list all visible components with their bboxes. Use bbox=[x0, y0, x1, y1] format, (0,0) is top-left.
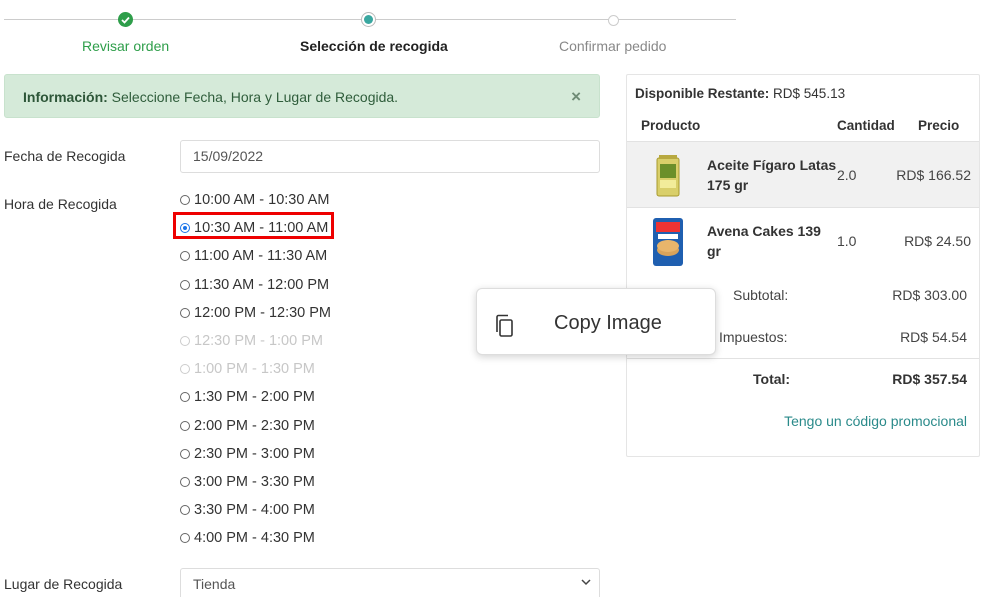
time-slot-label: 11:00 AM - 11:30 AM bbox=[194, 248, 328, 265]
time-slot-option[interactable]: 3:30 PM - 4:00 PM bbox=[180, 496, 331, 524]
time-slot-label: 3:30 PM - 4:00 PM bbox=[194, 502, 315, 519]
step-pickup-selection: Selección de recogida bbox=[300, 38, 448, 54]
alert-title: Información: bbox=[23, 89, 108, 105]
pickup-place-label: Lugar de Recogida bbox=[4, 576, 123, 592]
product-price: RD$ 24.50 bbox=[904, 233, 971, 249]
radio-button[interactable] bbox=[180, 448, 190, 459]
step-review-order[interactable]: Revisar orden bbox=[82, 38, 169, 54]
time-slot-label: 1:30 PM - 2:00 PM bbox=[194, 389, 315, 406]
time-slot-option[interactable]: 10:00 AM - 10:30 AM bbox=[180, 186, 331, 214]
step-current-dot-icon bbox=[361, 12, 376, 27]
time-slot-label: 11:30 AM - 12:00 PM bbox=[194, 276, 330, 293]
time-slot-label: 1:00 PM - 1:30 PM bbox=[194, 361, 315, 378]
radio-button[interactable] bbox=[180, 251, 190, 262]
time-slot-option-disabled: 1:00 PM - 1:30 PM bbox=[180, 355, 331, 383]
divider bbox=[627, 358, 979, 359]
time-slot-option[interactable]: 4:00 PM - 4:30 PM bbox=[180, 524, 331, 552]
olive-oil-can-icon bbox=[649, 150, 687, 200]
product-quantity: 2.0 bbox=[837, 167, 857, 183]
pickup-time-label: Hora de Recogida bbox=[4, 196, 117, 212]
time-slot-label: 3:00 PM - 3:30 PM bbox=[194, 473, 315, 490]
table-row: Aceite Fígaro Latas 175 gr 2.0 RD$ 166.5… bbox=[627, 141, 979, 208]
radio-button[interactable] bbox=[180, 392, 190, 403]
total-label: Total: bbox=[753, 371, 791, 387]
time-slot-label: 10:00 AM - 10:30 AM bbox=[194, 192, 330, 209]
radio-button[interactable] bbox=[180, 307, 190, 318]
copy-icon bbox=[495, 314, 515, 338]
radio-button-disabled bbox=[180, 364, 190, 375]
time-slot-option[interactable]: 2:00 PM - 2:30 PM bbox=[180, 412, 331, 440]
time-slot-label: 12:00 PM - 12:30 PM bbox=[194, 304, 332, 321]
header-quantity: Cantidad bbox=[837, 118, 895, 133]
product-name: Aceite Fígaro Latas 175 gr bbox=[707, 157, 837, 193]
radio-button[interactable] bbox=[180, 420, 190, 431]
radio-button-checked[interactable] bbox=[180, 223, 190, 234]
tax-value: RD$ 54.54 bbox=[900, 329, 967, 345]
radio-button-disabled bbox=[180, 336, 190, 347]
radio-button[interactable] bbox=[180, 505, 190, 516]
oat-cakes-package-icon bbox=[649, 216, 687, 266]
alert-message: Seleccione Fecha, Hora y Lugar de Recogi… bbox=[107, 89, 399, 105]
time-slot-label: 10:30 AM - 11:00 AM bbox=[194, 220, 329, 237]
product-name: Avena Cakes 139 gr bbox=[707, 223, 821, 259]
promo-code-link[interactable]: Tengo un código promocional bbox=[784, 413, 967, 429]
time-slot-option[interactable]: 11:00 AM - 11:30 AM bbox=[180, 242, 331, 270]
time-slot-label: 2:30 PM - 3:00 PM bbox=[194, 445, 315, 462]
total-value: RD$ 357.54 bbox=[892, 371, 967, 387]
subtotal-label: Subtotal: bbox=[733, 287, 789, 303]
order-summary-panel: Disponible Restante: RD$ 545.13 Producto… bbox=[626, 74, 980, 457]
time-slot-option[interactable]: 11:30 AM - 12:00 PM bbox=[180, 271, 331, 299]
pickup-date-input[interactable]: 15/09/2022 bbox=[180, 140, 600, 173]
available-value: RD$ 545.13 bbox=[769, 86, 846, 101]
chevron-down-icon bbox=[581, 578, 591, 589]
step-pending-dot-icon bbox=[608, 15, 619, 26]
pickup-place-select[interactable]: Tienda bbox=[180, 568, 600, 597]
copy-image-menu-item[interactable]: Copy Image bbox=[554, 312, 662, 335]
time-slot-label: 2:00 PM - 2:30 PM bbox=[194, 417, 315, 434]
time-slot-label: 12:30 PM - 1:00 PM bbox=[194, 333, 323, 350]
available-label: Disponible Restante: bbox=[635, 86, 770, 101]
radio-button[interactable] bbox=[180, 476, 190, 487]
time-slot-option[interactable]: 3:00 PM - 3:30 PM bbox=[180, 468, 331, 496]
header-product: Producto bbox=[641, 118, 701, 133]
tax-label: Impuestos: bbox=[719, 329, 788, 345]
time-slot-option[interactable]: 2:30 PM - 3:00 PM bbox=[180, 440, 331, 468]
step-done-check-icon bbox=[118, 12, 133, 27]
radio-button[interactable] bbox=[180, 533, 190, 544]
time-slot-list: 10:00 AM - 10:30 AM 10:30 AM - 11:00 AM … bbox=[180, 186, 331, 552]
subtotal-value: RD$ 303.00 bbox=[892, 287, 967, 303]
time-slot-option-selected[interactable]: 10:30 AM - 11:00 AM bbox=[180, 214, 331, 242]
pickup-date-label: Fecha de Recogida bbox=[4, 148, 126, 164]
product-price: RD$ 166.52 bbox=[896, 167, 971, 183]
radio-button[interactable] bbox=[180, 195, 190, 206]
info-alert: Información: Seleccione Fecha, Hora y Lu… bbox=[4, 74, 600, 118]
time-slot-option[interactable]: 12:00 PM - 12:30 PM bbox=[180, 299, 331, 327]
checkout-stepper: Revisar orden Selección de recogida Conf… bbox=[0, 0, 740, 60]
radio-button[interactable] bbox=[180, 279, 190, 290]
time-slot-label: 4:00 PM - 4:30 PM bbox=[194, 530, 315, 547]
table-row: Avena Cakes 139 gr 1.0 RD$ 24.50 bbox=[627, 208, 979, 275]
pickup-place-value: Tienda bbox=[193, 576, 236, 592]
step-confirm-order: Confirmar pedido bbox=[559, 38, 667, 54]
close-icon[interactable]: × bbox=[571, 87, 581, 107]
available-balance: Disponible Restante: RD$ 545.13 bbox=[635, 86, 845, 101]
time-slot-option[interactable]: 1:30 PM - 2:00 PM bbox=[180, 383, 331, 411]
time-slot-option-disabled: 12:30 PM - 1:00 PM bbox=[180, 327, 331, 355]
header-price: Precio bbox=[918, 118, 960, 133]
context-menu: Copy Image bbox=[476, 288, 716, 355]
product-quantity: 1.0 bbox=[837, 233, 857, 249]
